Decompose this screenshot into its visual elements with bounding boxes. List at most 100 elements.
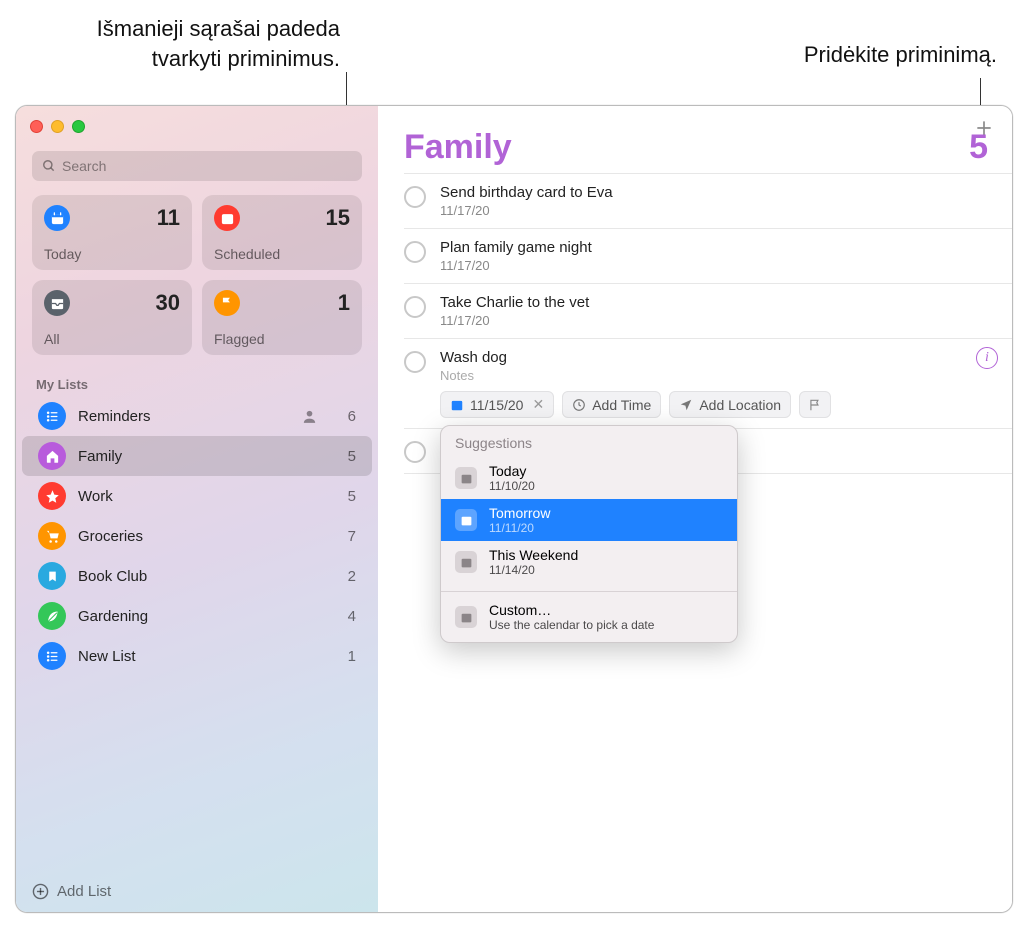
sidebar-list-reminders[interactable]: Reminders 6: [22, 396, 372, 436]
reminder-row[interactable]: Plan family game night11/17/20: [404, 229, 1012, 284]
smart-scheduled-count: 15: [326, 205, 350, 231]
star-icon: [38, 482, 66, 510]
complete-toggle[interactable]: [404, 241, 426, 263]
smart-flagged-label: Flagged: [214, 331, 350, 347]
list-count: 6: [336, 408, 356, 425]
list-icon: [38, 402, 66, 430]
list-name: Family: [78, 448, 324, 465]
smart-all[interactable]: 30 All: [32, 280, 192, 355]
smart-today-count: 11: [157, 205, 180, 231]
calendar-icon: [455, 509, 477, 531]
suggestion-this-weekend[interactable]: This Weekend11/14/20: [441, 541, 737, 587]
list-name: Reminders: [78, 408, 289, 425]
calendar-icon: [450, 398, 464, 412]
calendar-icon: [214, 205, 240, 231]
list-title: Family: [404, 128, 512, 167]
shared-icon: [301, 408, 318, 425]
bookmark-icon: [38, 562, 66, 590]
smart-scheduled[interactable]: 15 Scheduled: [202, 195, 362, 270]
calendar-icon: [455, 467, 477, 489]
info-button[interactable]: i: [976, 347, 998, 369]
suggestion-custom[interactable]: Custom… Use the calendar to pick a date: [441, 596, 737, 642]
sidebar-list-new-list[interactable]: New List1: [22, 636, 372, 676]
complete-toggle[interactable]: [404, 351, 426, 373]
calendar-today-icon: [44, 205, 70, 231]
suggestion-date: 11/14/20: [489, 563, 578, 577]
smart-all-count: 30: [156, 290, 180, 316]
complete-toggle[interactable]: [404, 441, 426, 463]
smart-today-label: Today: [44, 246, 180, 262]
complete-toggle[interactable]: [404, 296, 426, 318]
sidebar-list-work[interactable]: Work 5: [22, 476, 372, 516]
flag-icon: [214, 290, 240, 316]
search-icon: [42, 159, 56, 173]
list-count: 5: [336, 488, 356, 505]
smart-flagged[interactable]: 1 Flagged: [202, 280, 362, 355]
list-count: 4: [336, 608, 356, 625]
list-count: 7: [336, 528, 356, 545]
reminder-row[interactable]: Wash dog Notes 11/15/20✕ Add Time Add Locati…: [404, 339, 1012, 429]
location-icon: [679, 398, 693, 412]
separator: [441, 591, 737, 592]
zoom-window-button[interactable]: [72, 120, 85, 133]
reminder-date: 11/17/20: [440, 313, 988, 328]
add-list-label: Add List: [57, 883, 111, 900]
sidebar-list-book-club[interactable]: Book Club 2: [22, 556, 372, 596]
clear-date-icon[interactable]: ✕: [532, 396, 544, 413]
sidebar-list-groceries[interactable]: Groceries7: [22, 516, 372, 556]
date-chip[interactable]: 11/15/20✕: [440, 391, 554, 418]
add-location-chip[interactable]: Add Location: [669, 391, 791, 418]
suggestion-today[interactable]: Today11/10/20: [441, 457, 737, 499]
suggestion-date: 11/11/20: [489, 521, 550, 535]
sidebar-list-family[interactable]: Family 5: [22, 436, 372, 476]
sidebar: Search 11 Today 15 Schedul: [16, 106, 378, 912]
calendar-icon: [455, 551, 477, 573]
list-name: Gardening: [78, 608, 324, 625]
add-time-chip[interactable]: Add Time: [562, 391, 661, 418]
reminder-title: Send birthday card to Eva: [440, 184, 988, 201]
reminder-row[interactable]: Send birthday card to Eva11/17/20: [404, 173, 1012, 229]
reminder-date: 11/17/20: [440, 258, 988, 273]
add-list-button[interactable]: Add List: [16, 871, 378, 912]
list-name: Book Club: [78, 568, 324, 585]
callout-smart-lists: Išmanieji sąrašai padeda tvarkyti primin…: [60, 14, 340, 73]
smart-scheduled-label: Scheduled: [214, 246, 350, 262]
suggestion-date: 11/10/20: [489, 479, 535, 493]
list-count: 2: [336, 568, 356, 585]
callout-add-reminder: Pridėkite priminimą.: [804, 40, 997, 70]
list-container: Reminders6Family5Work5Groceries7Book Clu…: [16, 396, 378, 871]
close-window-button[interactable]: [30, 120, 43, 133]
reminder-title: Wash dog: [440, 349, 988, 366]
date-suggestions-popover: Suggestions Today11/10/20Tomorrow11/11/2…: [440, 425, 738, 643]
search-placeholder: Search: [62, 158, 106, 174]
window-controls: [16, 106, 378, 143]
suggestion-tomorrow[interactable]: Tomorrow11/11/20: [441, 499, 737, 541]
reminder-row[interactable]: Take Charlie to the vet 11/17/20: [404, 284, 1012, 339]
sidebar-list-gardening[interactable]: Gardening 4: [22, 596, 372, 636]
search-input[interactable]: Search: [32, 151, 362, 181]
smart-all-label: All: [44, 331, 180, 347]
complete-toggle[interactable]: [404, 186, 426, 208]
smart-today[interactable]: 11 Today: [32, 195, 192, 270]
list-name: New List: [78, 648, 324, 665]
suggestions-header: Suggestions: [441, 426, 737, 457]
leaf-icon: [38, 602, 66, 630]
reminder-notes-placeholder[interactable]: Notes: [440, 368, 988, 383]
suggestion-title: Today: [489, 463, 535, 479]
smart-flagged-count: 1: [338, 290, 350, 316]
list-count: 5: [336, 448, 356, 465]
reminder-title: Take Charlie to the vet: [440, 294, 988, 311]
cart-icon: [38, 522, 66, 550]
smart-lists: 11 Today 15 Scheduled 30: [16, 195, 378, 367]
tray-icon: [44, 290, 70, 316]
minimize-window-button[interactable]: [51, 120, 64, 133]
list-name: Work: [78, 488, 324, 505]
suggestion-custom-title: Custom…: [489, 602, 654, 618]
flag-chip[interactable]: [799, 391, 831, 418]
clock-icon: [572, 398, 586, 412]
add-reminder-button[interactable]: [974, 118, 994, 138]
plus-circle-icon: [32, 883, 49, 900]
suggestion-custom-hint: Use the calendar to pick a date: [489, 618, 654, 632]
suggestion-title: Tomorrow: [489, 505, 550, 521]
home-icon: [38, 442, 66, 470]
